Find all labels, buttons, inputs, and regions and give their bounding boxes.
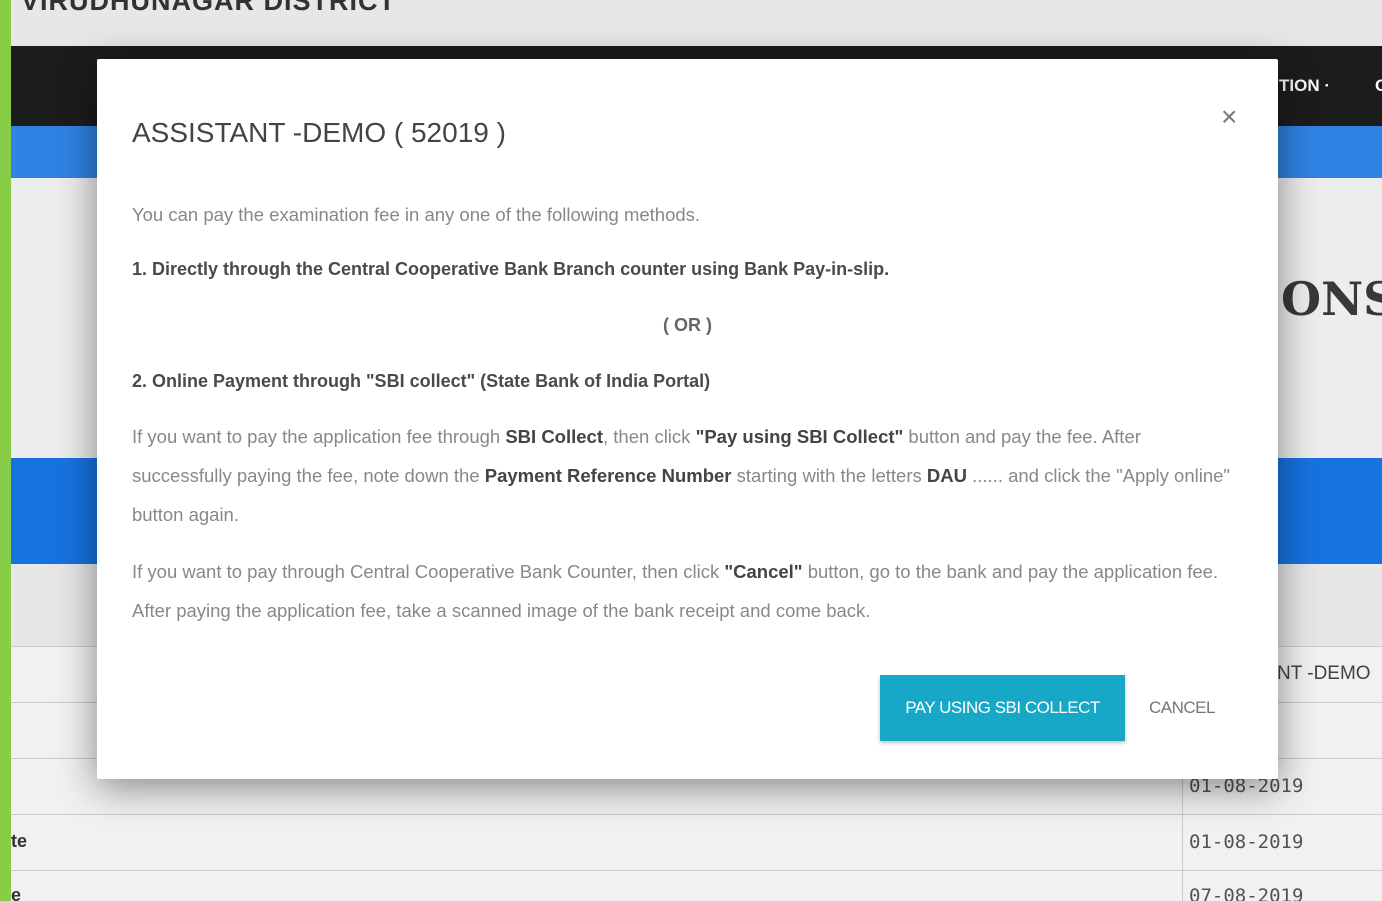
pay-label-emphasis: "Pay using SBI Collect" xyxy=(695,426,904,447)
sbi-text-part: If you want to pay the application fee t… xyxy=(132,426,506,447)
dau-emphasis: DAU xyxy=(926,465,967,486)
modal-title: ASSISTANT -DEMO ( 52019 ) xyxy=(132,117,506,148)
cancel-label-emphasis: "Cancel" xyxy=(724,561,803,582)
option-1-text: 1. Directly through the Central Cooperat… xyxy=(132,259,890,279)
payment-modal: ASSISTANT -DEMO ( 52019 ) × You can pay … xyxy=(97,59,1278,779)
or-separator: ( OR ) xyxy=(663,315,712,335)
option-2-text: 2. Online Payment through "SBI collect" … xyxy=(132,371,711,391)
sbi-collect-instructions: If you want to pay the application fee t… xyxy=(132,417,1242,534)
sbi-text-part: , then click xyxy=(603,426,696,447)
bank-counter-instructions: If you want to pay through Central Coope… xyxy=(132,552,1242,630)
sbi-collect-emphasis: SBI Collect xyxy=(505,426,604,447)
sbi-text-part: starting with the letters xyxy=(731,465,927,486)
close-icon[interactable]: × xyxy=(1221,101,1237,133)
bank-text-part: If you want to pay through Central Coope… xyxy=(132,561,725,582)
intro-text: You can pay the examination fee in any o… xyxy=(132,204,701,225)
cancel-button[interactable]: CANCEL xyxy=(1137,675,1227,741)
pay-using-sbi-collect-button[interactable]: PAY USING SBI COLLECT xyxy=(880,675,1125,741)
ref-number-emphasis: Payment Reference Number xyxy=(484,465,732,486)
